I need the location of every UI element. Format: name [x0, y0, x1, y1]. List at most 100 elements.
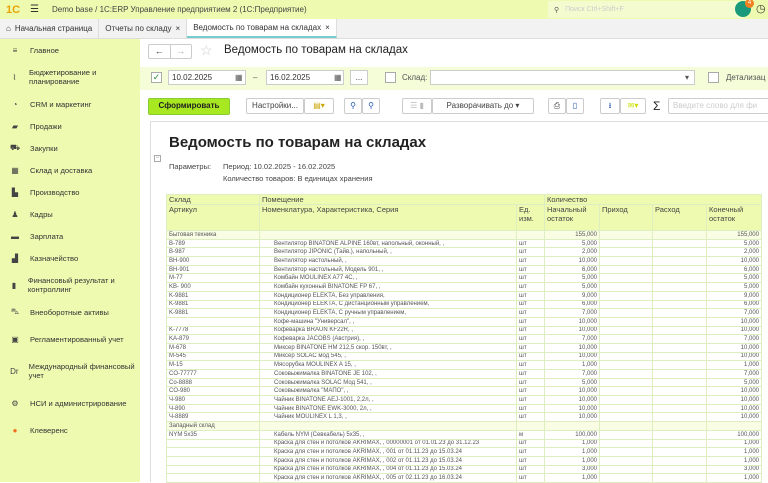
table-row[interactable]: M-15 Мясорубка MOULINEX A 15, , шт 1,000 1,0… [166, 360, 762, 370]
header-unit[interactable]: Ед. изм. [516, 204, 545, 231]
menu-icon[interactable]: ☰ [30, 4, 44, 15]
table-row[interactable]: Краска для стен и потолков AKRIMAX, , 00… [166, 438, 762, 449]
group-row[interactable]: Западный склад [166, 421, 762, 431]
calendar-icon[interactable]: ▦ [334, 73, 342, 82]
table-row[interactable]: Краска для стен и потолков AKRIMAX, , 00… [166, 464, 762, 475]
cell-unit [516, 230, 545, 240]
detail-checkbox[interactable] [708, 72, 719, 83]
sidebar-item[interactable]: ▮ Финансовый результат и контроллинг [0, 269, 140, 301]
table-row[interactable]: Краска для стен и потолков AKRIMAX, , 00… [166, 455, 762, 466]
tab-warehouse-reports[interactable]: Отчеты по складу × [99, 19, 188, 38]
history-icon[interactable]: ◷ [756, 2, 766, 15]
table-row[interactable]: K-9881 Кондиционер ELEKTA, Без управления… [166, 290, 762, 301]
header-income[interactable]: Приход [599, 204, 653, 231]
forward-button[interactable]: → [169, 45, 192, 58]
notifications-icon[interactable]: 4 [735, 0, 754, 17]
save-icon[interactable]: ⭳ [600, 98, 620, 114]
global-search-input[interactable]: ⚲ Поиск Ctrl+Shift+F [548, 1, 744, 18]
table-row[interactable]: B-987 Вентилятор JIPONIC (Тайв.), напольн… [166, 247, 762, 258]
favorite-star-icon[interactable]: ☆ [200, 42, 213, 59]
sidebar-item[interactable]: ◔ CRM и маркетинг [0, 93, 140, 115]
table-row[interactable]: Краска для стен и потолков AKRIMAX, , 00… [166, 447, 762, 457]
table-row[interactable]: M-678 Миксер BINATONE HM 212,5 скор. 150в… [166, 342, 762, 353]
table-row[interactable]: K-9881 Кондиционер ELEKTA, С дистанционны… [166, 299, 762, 310]
table-row[interactable]: KB- 900 Комбайн кухонный BINATONE FP 67, … [166, 282, 762, 292]
settings-button[interactable]: Настройки... [246, 98, 304, 114]
cell-article: K-7778 [166, 325, 260, 336]
table-row[interactable]: Кофе-машина "Универсал", , шт 10,000 10,000 [166, 316, 762, 327]
sidebar-item[interactable]: ▟ Казначейство [0, 247, 140, 269]
table-row[interactable]: Co-8888 Соковыжималка SOLAC Мод 541, , шт 5… [166, 377, 762, 388]
table-row[interactable]: K-7778 Кофеварка BRAUN KF22R, , шт 10,000 10… [166, 325, 762, 336]
preview-icon[interactable]: ▯ [566, 98, 584, 114]
table-row[interactable]: Ч-980 Чайник BINATONE AEJ-1001, 2,2л, , шт… [166, 395, 762, 405]
cell-article [166, 438, 260, 449]
table-row[interactable]: Краска для стен и потолков AKRIMAX, , 00… [166, 473, 762, 483]
header-end-balance[interactable]: Конечный остаток [706, 204, 762, 231]
sidebar-item[interactable]: ▰ Продажи [0, 115, 140, 137]
sidebar-item[interactable]: ▣ Регламентированный учет [0, 323, 140, 355]
group-level-icon[interactable]: ☰ ▮ [402, 98, 432, 114]
period-checkbox[interactable]: ✓ [151, 72, 162, 83]
expand-to-button[interactable]: Разворачивать до ▾ [432, 98, 534, 114]
period-select-button[interactable]: ... [350, 70, 368, 85]
close-icon[interactable]: × [325, 23, 330, 32]
cell-article: BH-901 [166, 264, 260, 275]
print-icon[interactable]: ⎙ [548, 98, 566, 114]
table-row[interactable]: M-77 Комбайн MOULINEX A77 4C, , шт 5,000 5,0… [166, 273, 762, 284]
sidebar-item[interactable]: ▦ Склад и доставка [0, 159, 140, 181]
home-icon: ⌂ [6, 24, 11, 33]
variants-icon[interactable]: ▤▾ [304, 98, 334, 114]
table-row[interactable]: Ч-8889 Чайник MOULINEX L 1,3, , шт 10,000 10… [166, 412, 762, 423]
table-row[interactable]: K-9881 Кондиционер ELEKTA, С ручным управ… [166, 308, 762, 318]
find-next-icon[interactable]: ⚲ [362, 98, 380, 114]
header-start-balance[interactable]: Начальный остаток [544, 204, 600, 231]
cell-income [599, 377, 653, 388]
sidebar-item[interactable]: ♟ Кадры [0, 203, 140, 225]
header-expense[interactable]: Расход [652, 204, 707, 231]
sidebar-item-label: Кадры [30, 209, 53, 219]
sidebar-item[interactable]: ● Клеверенс [0, 419, 140, 441]
table-row[interactable]: NYM 5x35 Кабель NYM (Севкабель) 5x35, ,м1… [166, 429, 762, 440]
cell-nomenclature [259, 421, 517, 431]
sidebar-item[interactable]: ⌇ Бюджетирование и планирование [0, 61, 140, 93]
report-search-input[interactable]: Введите слово для фи [668, 98, 768, 114]
sidebar-item[interactable]: ▙ Производство [0, 181, 140, 203]
sidebar-item[interactable]: ≡ Главное [0, 39, 140, 61]
sidebar-item[interactable]: Dr Международный финансовый учет [0, 355, 140, 387]
params-label: Параметры: [169, 162, 212, 171]
table-row[interactable]: BH-900 Вентилятор настольный, , шт 10,000 10… [166, 256, 762, 266]
warehouse-checkbox[interactable] [385, 72, 396, 83]
date-to-input[interactable]: 16.02.2025 [266, 70, 344, 85]
header-quantity[interactable]: Количество [544, 194, 762, 205]
sum-icon[interactable]: Σ [653, 99, 660, 113]
header-room[interactable]: Помещение [259, 194, 545, 205]
sidebar-item[interactable]: ▬ Зарплата [0, 225, 140, 247]
sidebar-item[interactable]: ⛟ Закупки [0, 137, 140, 159]
generate-button[interactable]: Сформировать [148, 98, 230, 115]
collapse-icon[interactable]: − [154, 155, 161, 162]
table-row[interactable]: BH-901 Вентилятор настольный, Модель 901,… [166, 264, 762, 275]
sidebar-item[interactable]: ⚙ НСИ и администрирование [0, 387, 140, 419]
header-article[interactable]: Артикул [166, 204, 260, 231]
table-row[interactable]: B-789 Вентилятор BINATONE ALPINE 160вт, н… [166, 238, 762, 249]
back-button[interactable]: ← [149, 45, 170, 58]
header-warehouse[interactable]: Склад [166, 194, 260, 205]
table-row[interactable]: M-545 Миксер SOLAC мод 545, , шт 10,000 10,0… [166, 351, 762, 362]
mail-icon[interactable]: ✉▾ [620, 98, 646, 114]
group-row[interactable]: Бытовая техника 155,000 155,000 [166, 230, 762, 240]
close-icon[interactable]: × [176, 24, 181, 33]
chevron-down-icon[interactable]: ▾ [685, 73, 689, 82]
table-row[interactable]: CO-77777 Соковыжималка BINATONE JE 102, ,… [166, 369, 762, 379]
sidebar-item[interactable]: ⛍ Внеоборотные активы [0, 301, 140, 323]
cell-unit: шт [516, 247, 545, 258]
calendar-icon[interactable]: ▦ [235, 73, 243, 82]
header-nomenclature[interactable]: Номенклатура, Характеристика, Серия [259, 204, 517, 231]
find-icon[interactable]: ⚲ [344, 98, 362, 114]
tab-home[interactable]: ⌂ Начальная страница [0, 19, 100, 38]
warehouse-input[interactable] [430, 70, 695, 85]
tab-stock-statement[interactable]: Ведомость по товарам на складах × [187, 19, 337, 38]
table-row[interactable]: KA-879 Кофеварка JACOBS (Австрия), , шт 7,0… [166, 334, 762, 344]
table-row[interactable]: CO-980 Соковыжималка "МАПО", , шт 10,000 10,… [166, 386, 762, 397]
table-row[interactable]: Ч-890 Чайник BINATONE EWK-3000, 2л, , шт 10… [166, 403, 762, 414]
